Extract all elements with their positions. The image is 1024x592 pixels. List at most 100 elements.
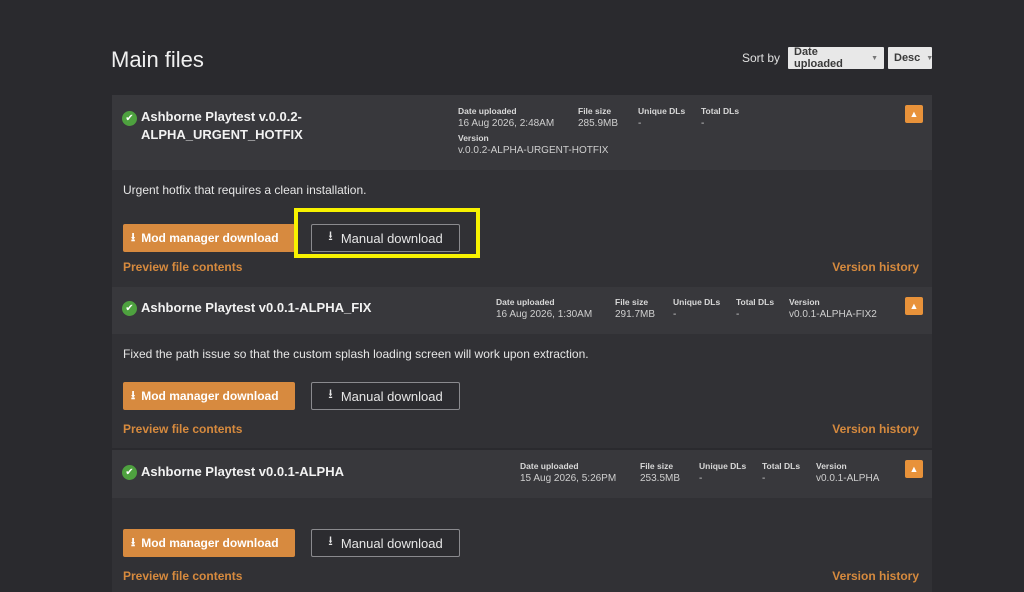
button-label: Mod manager download (141, 231, 279, 245)
meta-label: Total DLs (736, 297, 775, 307)
meta-date: Date uploaded 15 Aug 2026, 5:26PM (520, 461, 616, 485)
chevron-down-icon: ▼ (926, 54, 934, 62)
meta-value: 253.5MB (640, 473, 681, 484)
preview-file-contents-link[interactable]: Preview file contents (123, 422, 242, 436)
meta-label: Version (789, 297, 820, 307)
meta-label: File size (578, 106, 612, 116)
meta-label: File size (640, 461, 674, 471)
meta-value: v0.0.1-ALPHA (816, 473, 880, 484)
meta-value: - (699, 473, 703, 484)
meta-value: 15 Aug 2026, 5:26PM (520, 473, 617, 484)
file-description: Urgent hotfix that requires a clean inst… (123, 183, 367, 197)
mod-manager-icon: ⭳ (131, 387, 136, 402)
file-name-line: Ashborne Playtest v0.0.1-ALPHA (141, 464, 345, 479)
meta-value: 291.7MB (615, 309, 656, 320)
version-history-link[interactable]: Version history (832, 260, 919, 274)
meta-label: Unique DLs (699, 461, 747, 471)
meta-value: - (701, 118, 705, 129)
file-entry: ✔ Ashborne Playtest v0.0.1-ALPHA Date up… (112, 450, 932, 592)
collapse-toggle-button[interactable]: ▲ (905, 297, 923, 315)
meta-label: Total DLs (762, 461, 801, 471)
file-body: Fixed the path issue so that the custom … (112, 334, 932, 448)
version-history-link[interactable]: Version history (832, 422, 919, 436)
file-body: Urgent hotfix that requires a clean inst… (112, 170, 932, 289)
file-name-line: Ashborne Playtest v0.0.1-ALPHA_FIX (141, 300, 372, 315)
file-name-line: ALPHA_URGENT_HOTFIX (141, 127, 303, 142)
meta-value: 285.9MB (578, 118, 619, 129)
button-label: Mod manager download (141, 389, 279, 403)
meta-label: Date uploaded (520, 461, 579, 471)
mod-manager-download-button[interactable]: ⭳ Mod manager download (123, 529, 295, 557)
meta-date: Date uploaded 16 Aug 2026, 1:30AM (496, 297, 592, 321)
meta-total-dls: Total DLs - (736, 297, 774, 321)
meta-value: v.0.0.2-ALPHA-URGENT-HOTFIX (458, 145, 609, 156)
meta-value: - (673, 309, 677, 320)
manual-download-button[interactable]: ⭳ Manual download (311, 529, 460, 557)
meta-size: File size 285.9MB (578, 106, 618, 130)
collapse-toggle-button[interactable]: ▲ (905, 105, 923, 123)
check-circle-icon: ✔ (122, 465, 137, 480)
meta-label: Version (458, 133, 489, 143)
meta-version: Version v0.0.1-ALPHA-FIX2 (789, 297, 877, 321)
download-icon: ⭳ (328, 386, 333, 401)
button-label: Manual download (340, 535, 443, 551)
check-circle-icon: ✔ (122, 301, 137, 316)
meta-value: - (638, 118, 642, 129)
meta-label: Date uploaded (458, 106, 517, 116)
meta-value: - (762, 473, 766, 484)
chevron-up-icon: ▲ (909, 464, 919, 474)
meta-size: File size 291.7MB (615, 297, 655, 321)
button-label: Manual download (340, 388, 443, 404)
sort-label: Sort by (741, 51, 780, 65)
file-header: ✔ Ashborne Playtest v0.0.1-ALPHA_FIX Dat… (112, 287, 932, 334)
manual-download-button[interactable]: ⭳ Manual download (311, 382, 460, 410)
sort-controls: Sort by Date uploaded ▼ Desc ▼ (741, 46, 934, 70)
meta-version: Version v.0.0.2-ALPHA-URGENT-HOTFIX (458, 133, 608, 157)
version-history-link[interactable]: Version history (832, 569, 919, 583)
meta-label: Unique DLs (673, 297, 721, 307)
meta-label: Total DLs (701, 106, 740, 116)
mod-manager-icon: ⭳ (131, 534, 136, 549)
mod-manager-download-button[interactable]: ⭳ Mod manager download (123, 224, 295, 252)
mod-manager-download-button[interactable]: ⭳ Mod manager download (123, 382, 295, 410)
download-icon: ⭳ (328, 533, 333, 548)
sort-direction-select[interactable]: Desc ▼ (888, 47, 934, 69)
meta-version: Version v0.0.1-ALPHA (816, 461, 879, 485)
meta-label: File size (615, 297, 649, 307)
file-name-line: Ashborne Playtest v.0.0.2- (141, 109, 302, 124)
meta-value: v0.0.1-ALPHA-FIX2 (789, 309, 877, 320)
meta-label: Unique DLs (638, 106, 686, 116)
chevron-up-icon: ▲ (909, 109, 919, 119)
sort-direction-value: Desc (894, 52, 921, 64)
button-label: Mod manager download (141, 536, 279, 550)
meta-total-dls: Total DLs - (701, 106, 739, 130)
mod-manager-icon: ⭳ (131, 229, 136, 244)
file-name: Ashborne Playtest v0.0.1-ALPHA_FIX (141, 299, 371, 317)
file-entry: ✔ Ashborne Playtest v.0.0.2- ALPHA_URGEN… (112, 95, 932, 289)
file-header: ✔ Ashborne Playtest v0.0.1-ALPHA Date up… (112, 450, 932, 498)
collapse-toggle-button[interactable]: ▲ (905, 460, 923, 478)
preview-file-contents-link[interactable]: Preview file contents (123, 260, 242, 274)
file-description: Fixed the path issue so that the custom … (123, 347, 589, 361)
meta-date: Date uploaded 16 Aug 2026, 2:48AM (458, 106, 554, 130)
file-entry: ✔ Ashborne Playtest v0.0.1-ALPHA_FIX Dat… (112, 287, 932, 448)
page-title: Main files (111, 47, 204, 72)
chevron-down-icon: ▼ (871, 54, 878, 62)
preview-file-contents-link[interactable]: Preview file contents (123, 569, 242, 583)
meta-value: 16 Aug 2026, 1:30AM (496, 309, 593, 320)
file-body: ⭳ Mod manager download ⭳ Manual download… (112, 498, 932, 592)
meta-size: File size 253.5MB (640, 461, 680, 485)
file-name: Ashborne Playtest v0.0.1-ALPHA (141, 463, 344, 481)
meta-total-dls: Total DLs - (762, 461, 800, 485)
highlight-box (294, 208, 480, 258)
meta-label: Date uploaded (496, 297, 555, 307)
chevron-up-icon: ▲ (909, 301, 919, 311)
sort-field-select[interactable]: Date uploaded ▼ (788, 46, 884, 70)
meta-unique-dls: Unique DLs - (638, 106, 685, 130)
meta-value: - (736, 309, 740, 320)
meta-unique-dls: Unique DLs - (699, 461, 746, 485)
check-circle-icon: ✔ (122, 111, 137, 126)
file-name: Ashborne Playtest v.0.0.2- ALPHA_URGENT_… (141, 108, 303, 144)
meta-value: 16 Aug 2026, 2:48AM (458, 118, 555, 129)
meta-unique-dls: Unique DLs - (673, 297, 720, 321)
